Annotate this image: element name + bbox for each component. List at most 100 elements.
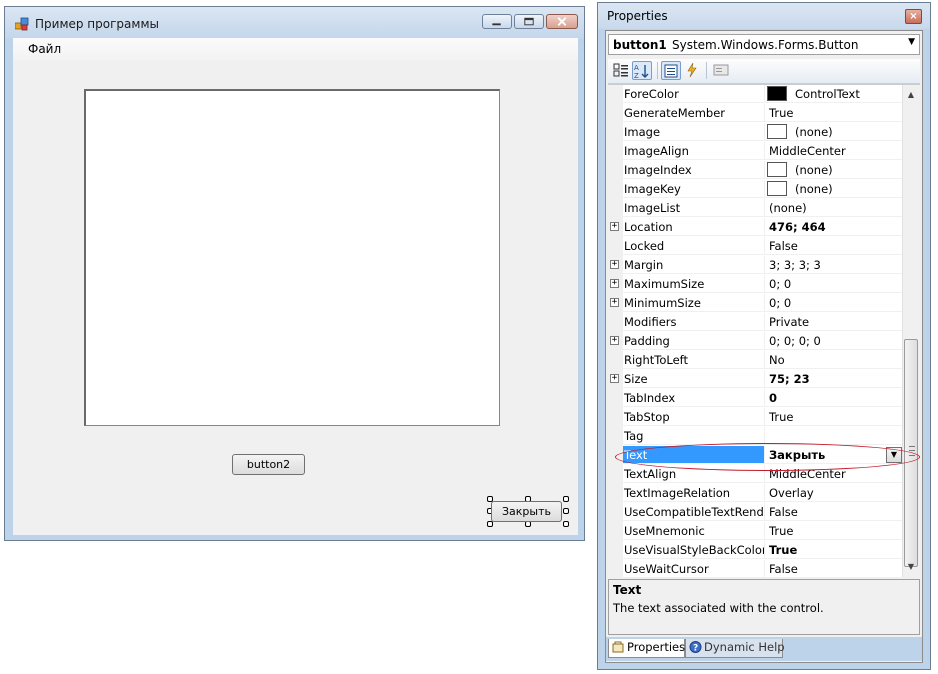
property-value[interactable]: MiddleCenter — [765, 142, 904, 160]
property-name[interactable]: Location — [623, 218, 765, 236]
property-name[interactable]: GenerateMember — [623, 104, 765, 122]
property-row[interactable]: + Padding 0; 0; 0; 0 — [608, 332, 904, 351]
property-row[interactable]: + Location 476; 464 — [608, 218, 904, 237]
properties-button[interactable] — [661, 61, 681, 80]
properties-close-button[interactable]: × — [905, 9, 922, 24]
property-row[interactable]: + MinimumSize 0; 0 — [608, 294, 904, 313]
property-value[interactable]: Overlay — [765, 484, 904, 502]
property-name[interactable]: Margin — [623, 256, 765, 274]
property-value[interactable]: (none) — [765, 199, 904, 217]
property-value[interactable]: 0; 0 — [765, 275, 904, 293]
property-row[interactable]: Modifiers Private — [608, 313, 904, 332]
property-row[interactable]: + Size 75; 23 — [608, 370, 904, 389]
property-row[interactable]: Tag — [608, 427, 904, 446]
property-name[interactable]: ImageIndex — [623, 161, 765, 179]
property-value[interactable]: 476; 464 — [765, 218, 904, 236]
property-name[interactable]: Modifiers — [623, 313, 765, 331]
menu-item-file[interactable]: Файл — [28, 42, 61, 56]
properties-titlebar[interactable]: Properties × — [598, 3, 930, 29]
property-value[interactable]: 0; 0; 0; 0 — [765, 332, 904, 350]
property-row[interactable]: ImageIndex (none) — [608, 161, 904, 180]
property-name[interactable]: MaximumSize — [623, 275, 765, 293]
resize-handle-se[interactable] — [563, 521, 569, 527]
property-value[interactable]: (none) — [765, 180, 904, 198]
property-name[interactable]: ImageKey — [623, 180, 765, 198]
property-row[interactable]: Text Закрыть ▼ — [608, 446, 904, 465]
property-value[interactable]: False — [765, 503, 904, 521]
property-name[interactable]: UseWaitCursor — [623, 560, 765, 577]
resize-handle-ne[interactable] — [563, 496, 569, 502]
property-value[interactable]: 3; 3; 3; 3 — [765, 256, 904, 274]
property-value[interactable]: True — [765, 541, 904, 559]
grid-scrollbar[interactable]: ▲ ▼ — [902, 85, 920, 577]
property-row[interactable]: UseWaitCursor False — [608, 560, 904, 577]
property-pages-button[interactable] — [711, 61, 731, 80]
resize-handle-e[interactable] — [563, 508, 569, 514]
property-name[interactable]: MinimumSize — [623, 294, 765, 312]
property-value[interactable]: Private — [765, 313, 904, 331]
expand-plus-icon[interactable]: + — [610, 374, 619, 383]
expand-plus-icon[interactable]: + — [610, 260, 619, 269]
property-row[interactable]: Image (none) — [608, 123, 904, 142]
form-titlebar[interactable]: Пример программы — [5, 7, 584, 39]
property-name[interactable]: UseVisualStyleBackColor — [623, 541, 765, 559]
close-app-button[interactable]: Закрыть — [491, 501, 562, 522]
property-value[interactable]: Закрыть ▼ — [765, 446, 904, 464]
scroll-up-arrow-icon[interactable]: ▲ — [903, 87, 919, 103]
close-window-button[interactable] — [546, 14, 578, 29]
categorized-button[interactable] — [611, 61, 631, 80]
property-row[interactable]: TextImageRelation Overlay — [608, 484, 904, 503]
property-name[interactable]: UseMnemonic — [623, 522, 765, 540]
maximize-button[interactable] — [514, 14, 544, 29]
events-button[interactable] — [682, 61, 702, 80]
property-row[interactable]: ForeColor ControlText — [608, 85, 904, 104]
property-row[interactable]: + Margin 3; 3; 3; 3 — [608, 256, 904, 275]
property-value[interactable]: MiddleCenter — [765, 465, 904, 483]
property-value[interactable]: No — [765, 351, 904, 369]
property-name[interactable]: TextAlign — [623, 465, 765, 483]
property-value[interactable]: 0 — [765, 389, 904, 407]
resize-handle-sw[interactable] — [487, 521, 493, 527]
property-name[interactable]: ForeColor — [623, 85, 765, 103]
property-value[interactable]: False — [765, 237, 904, 255]
property-row[interactable]: GenerateMember True — [608, 104, 904, 123]
property-row[interactable]: RightToLeft No — [608, 351, 904, 370]
property-name[interactable]: ImageAlign — [623, 142, 765, 160]
text-area[interactable] — [84, 89, 500, 426]
expand-plus-icon[interactable]: + — [610, 279, 619, 288]
property-value[interactable]: False — [765, 560, 904, 577]
property-value[interactable]: (none) — [765, 161, 904, 179]
property-name[interactable]: UseCompatibleTextRendering — [623, 503, 765, 521]
property-value[interactable]: (none) — [765, 123, 904, 141]
property-row[interactable]: UseCompatibleTextRendering False — [608, 503, 904, 522]
property-row[interactable]: TabIndex 0 — [608, 389, 904, 408]
property-value[interactable]: 0; 0 — [765, 294, 904, 312]
dropdown-arrow-icon[interactable]: ▼ — [886, 447, 902, 463]
expand-plus-icon[interactable]: + — [610, 298, 619, 307]
property-row[interactable]: UseVisualStyleBackColor True — [608, 541, 904, 560]
object-selector[interactable]: button1 System.Windows.Forms.Button ▼ — [608, 34, 920, 55]
property-name[interactable]: TabIndex — [623, 389, 765, 407]
scroll-thumb[interactable] — [904, 339, 918, 567]
property-name[interactable]: Padding — [623, 332, 765, 350]
property-value[interactable]: 75; 23 — [765, 370, 904, 388]
property-name[interactable]: TextImageRelation — [623, 484, 765, 502]
property-row[interactable]: UseMnemonic True — [608, 522, 904, 541]
property-name[interactable]: Tag — [623, 427, 765, 445]
expand-plus-icon[interactable]: + — [610, 222, 619, 231]
property-value[interactable]: True — [765, 408, 904, 426]
minimize-button[interactable] — [482, 14, 512, 29]
alphabetical-button[interactable]: A Z — [632, 61, 652, 80]
property-name[interactable]: Size — [623, 370, 765, 388]
tab-properties[interactable]: Properties — [608, 639, 685, 658]
property-row[interactable]: Locked False — [608, 237, 904, 256]
property-name[interactable]: Text — [623, 446, 765, 464]
button2[interactable]: button2 — [232, 454, 305, 475]
scroll-down-arrow-icon[interactable]: ▼ — [903, 559, 919, 575]
property-name[interactable]: Locked — [623, 237, 765, 255]
property-value[interactable]: True — [765, 104, 904, 122]
property-row[interactable]: ImageAlign MiddleCenter — [608, 142, 904, 161]
property-row[interactable]: + MaximumSize 0; 0 — [608, 275, 904, 294]
property-name[interactable]: ImageList — [623, 199, 765, 217]
property-value[interactable]: ControlText — [765, 85, 904, 103]
